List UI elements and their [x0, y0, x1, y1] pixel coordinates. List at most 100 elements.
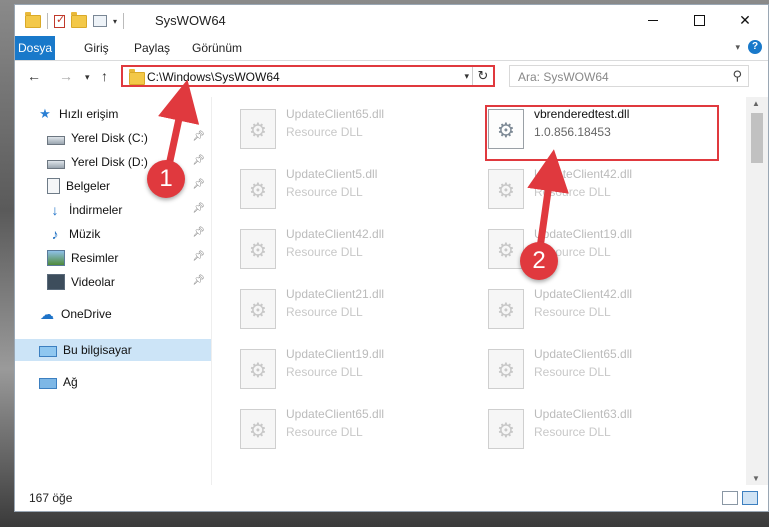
file-item[interactable]: UpdateClient21.dll Resource DLL — [240, 287, 470, 335]
properties-check-icon[interactable] — [54, 13, 65, 28]
pin-icon[interactable]: 📌︎ — [192, 203, 205, 214]
minimize-icon — [648, 20, 658, 21]
star-icon: ★ — [39, 106, 51, 121]
search-placeholder[interactable]: Ara: SysWOW64 — [518, 70, 609, 84]
sidebar-item-label: OneDrive — [61, 307, 112, 321]
help-icon[interactable]: ? — [748, 40, 762, 54]
sidebar-item-label: Belgeler — [66, 179, 111, 193]
sidebar-item-this-pc[interactable]: Bu bilgisayar — [15, 339, 211, 361]
close-button[interactable]: ✕ — [722, 5, 768, 36]
file-item[interactable]: UpdateClient42.dll Resource DLL — [488, 287, 718, 335]
quick-access-toolbar: ▾ — [25, 11, 125, 30]
file-item[interactable]: UpdateClient65.dll Resource DLL — [488, 347, 718, 395]
expand-ribbon-icon[interactable]: ▾ — [735, 42, 740, 53]
recent-locations-dropdown-icon[interactable]: ▾ — [85, 72, 90, 83]
file-item[interactable]: UpdateClient65.dll Resource DLL — [240, 107, 470, 155]
tab-share[interactable]: Paylaş — [125, 36, 179, 60]
sidebar-item-music[interactable]: ♪ Müzik 📌︎ — [15, 223, 211, 245]
scroll-down-icon[interactable]: ▼ — [752, 474, 760, 483]
dll-file-icon — [240, 109, 276, 149]
sidebar-item-label: İndirmeler — [69, 203, 123, 217]
file-description: Resource DLL — [534, 305, 611, 319]
sidebar-item-onedrive[interactable]: ☁ OneDrive — [15, 303, 211, 325]
disk-icon — [47, 159, 65, 169]
dll-file-icon — [488, 349, 524, 389]
dll-file-icon — [488, 169, 524, 209]
file-item[interactable]: UpdateClient42.dll Resource DLL — [240, 227, 470, 275]
sidebar-item-label: Videolar — [71, 275, 115, 289]
file-item[interactable]: UpdateClient5.dll Resource DLL — [240, 167, 470, 215]
forward-arrow-icon[interactable]: → — [59, 68, 73, 84]
address-path[interactable]: C:\Windows\SysWOW64 — [147, 70, 280, 84]
divider — [123, 13, 125, 29]
search-box[interactable]: Ara: SysWOW64 ⚲ — [509, 65, 749, 87]
refresh-icon[interactable]: ↻ — [472, 67, 493, 85]
file-name: UpdateClient19.dll — [286, 347, 385, 361]
file-item[interactable]: UpdateClient63.dll Resource DLL — [488, 407, 718, 455]
picture-icon — [47, 250, 65, 266]
file-item[interactable]: UpdateClient65.dll Resource DLL — [240, 407, 470, 455]
pin-icon[interactable]: 📌︎ — [192, 251, 205, 262]
sidebar-item-label: Bu bilgisayar — [63, 343, 132, 357]
file-name: UpdateClient65.dll — [286, 407, 385, 421]
window-title: SysWOW64 — [155, 13, 226, 28]
file-description: Resource DLL — [534, 365, 611, 379]
navigation-bar: ← → ▾ ↑ C:\Windows\SysWOW64 ▾ ↻ Ara: Sys… — [15, 61, 768, 93]
scroll-thumb[interactable] — [751, 113, 763, 163]
pin-icon[interactable]: 📌︎ — [192, 131, 205, 142]
back-arrow-icon[interactable]: ← — [27, 68, 41, 84]
customize-dropdown-icon[interactable]: ▾ — [113, 17, 117, 26]
search-icon[interactable]: ⚲ — [732, 68, 742, 84]
pin-icon[interactable]: 📌︎ — [192, 179, 205, 190]
maximize-button[interactable] — [676, 5, 722, 36]
sidebar-item-label: Hızlı erişim — [59, 107, 119, 121]
file-name: UpdateClient65.dll — [534, 347, 633, 361]
maximize-icon — [693, 15, 705, 26]
file-description: Resource DLL — [286, 365, 363, 379]
sidebar-item-quick-access[interactable]: ★ Hızlı erişim — [15, 103, 233, 125]
dll-file-icon — [488, 289, 524, 329]
file-name: UpdateClient19.dll — [534, 227, 633, 241]
ribbon-tabs: Dosya Giriş Paylaş Görünüm ▾ ? — [15, 36, 768, 61]
file-name: UpdateClient42.dll — [286, 227, 385, 241]
tab-home[interactable]: Giriş — [75, 36, 118, 60]
vertical-scrollbar[interactable]: ▲ ▼ — [746, 97, 768, 485]
minimize-button[interactable] — [630, 5, 676, 36]
sidebar-item-local-disk-c[interactable]: Yerel Disk (C:) 📌︎ — [15, 127, 211, 149]
sidebar-item-label: Ağ — [63, 375, 78, 389]
dll-file-icon — [240, 169, 276, 209]
sidebar-item-pictures[interactable]: Resimler 📌︎ — [15, 247, 211, 269]
new-folder-icon[interactable] — [71, 11, 87, 28]
sidebar-item-label: Müzik — [69, 227, 101, 241]
pin-icon[interactable]: 📌︎ — [192, 227, 205, 238]
scroll-up-icon[interactable]: ▲ — [752, 99, 760, 108]
file-description: Resource DLL — [286, 125, 363, 139]
folder-icon — [129, 69, 145, 85]
music-icon: ♪ — [51, 226, 59, 242]
pin-icon[interactable]: 📌︎ — [192, 275, 205, 286]
up-arrow-icon[interactable]: ↑ — [101, 68, 108, 84]
file-description: Resource DLL — [534, 425, 611, 439]
tab-view[interactable]: Görünüm — [183, 36, 251, 60]
file-list: UpdateClient65.dll Resource DLL vbrender… — [212, 97, 746, 485]
status-bar: 167 öğe — [15, 485, 768, 511]
file-description: Resource DLL — [286, 245, 363, 259]
dll-file-icon — [240, 409, 276, 449]
properties-icon[interactable] — [93, 15, 107, 27]
tiles-view-icon[interactable] — [742, 491, 758, 505]
highlight-box — [485, 105, 719, 161]
address-bar[interactable]: C:\Windows\SysWOW64 ▾ ↻ — [121, 65, 495, 87]
file-item[interactable]: UpdateClient42.dll Resource DLL — [488, 167, 718, 215]
pin-icon[interactable]: 📌︎ — [192, 155, 205, 166]
file-description: Resource DLL — [286, 425, 363, 439]
sidebar-item-downloads[interactable]: ↓ İndirmeler 📌︎ — [15, 199, 211, 221]
file-item[interactable]: UpdateClient19.dll Resource DLL — [240, 347, 470, 395]
file-name: UpdateClient5.dll — [286, 167, 378, 181]
sidebar-item-videos[interactable]: Videolar 📌︎ — [15, 271, 211, 293]
sidebar-item-network[interactable]: Ağ — [15, 371, 211, 393]
file-name: UpdateClient65.dll — [286, 107, 385, 121]
details-view-icon[interactable] — [722, 491, 738, 505]
file-name: UpdateClient63.dll — [534, 407, 633, 421]
tab-file[interactable]: Dosya — [15, 36, 55, 60]
address-dropdown-icon[interactable]: ▾ — [464, 71, 469, 82]
